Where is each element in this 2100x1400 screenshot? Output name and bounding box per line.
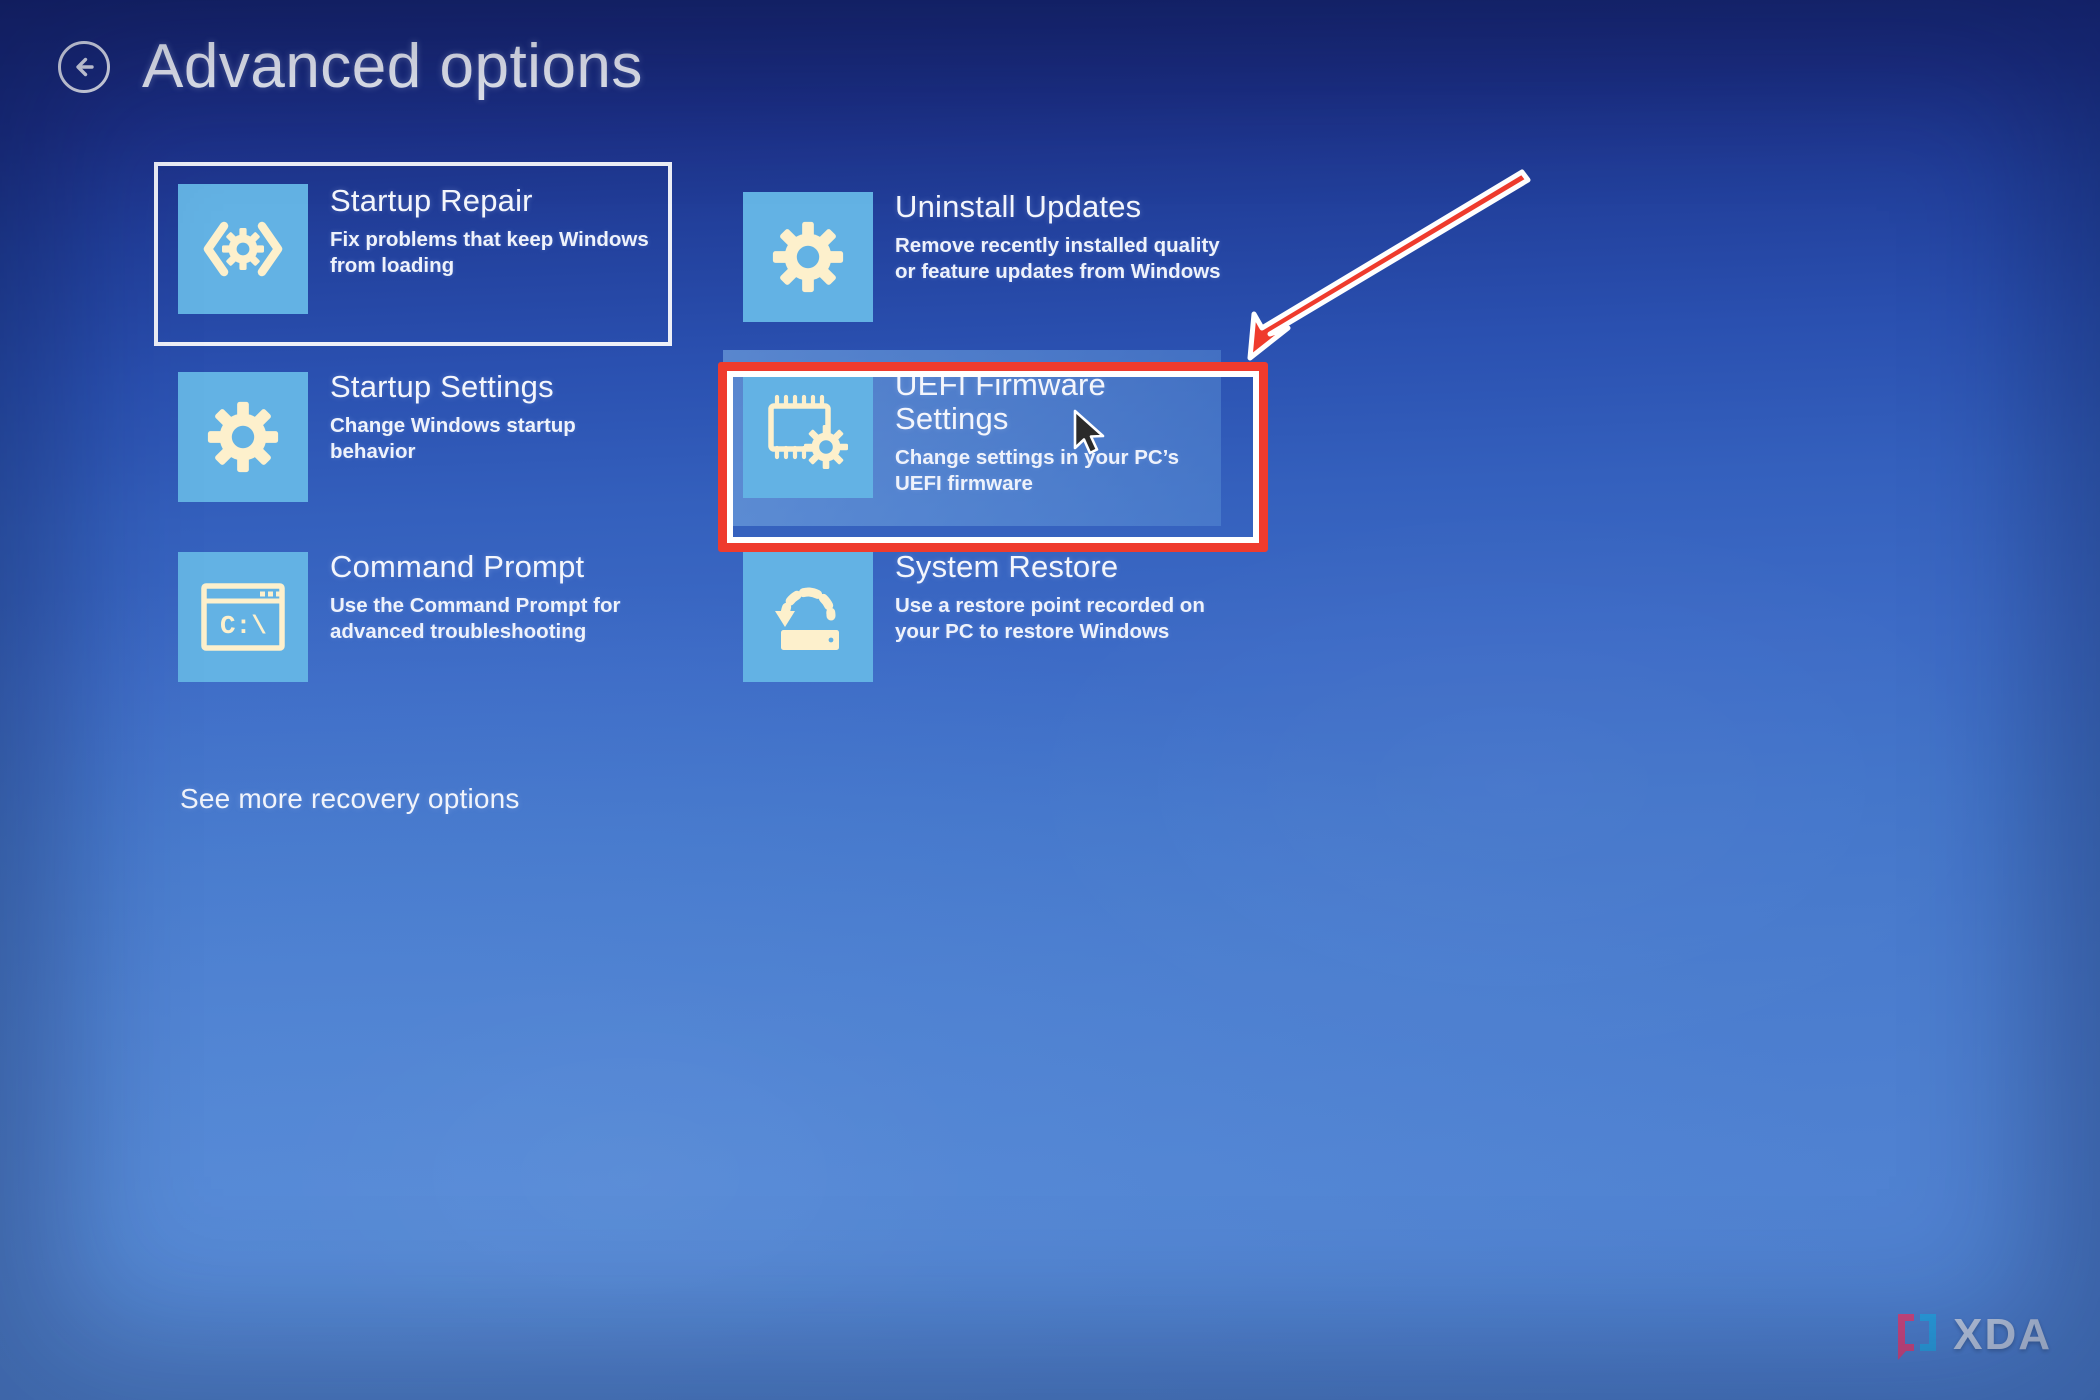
tile-title: UEFI Firmware Settings <box>895 367 1106 437</box>
disk-restore-arrow-icon <box>743 552 873 682</box>
tile-text: Command Prompt Use the Command Prompt fo… <box>330 544 660 646</box>
tile-system-restore[interactable]: System Restore Use a restore point recor… <box>743 544 1248 716</box>
tile-startup-settings[interactable]: Startup Settings Change Windows startup … <box>178 364 683 536</box>
tile-title: Startup Repair <box>330 183 533 218</box>
tile-title: Uninstall Updates <box>895 189 1142 224</box>
grid-cell: Startup Repair Fix problems that keep Wi… <box>154 162 703 356</box>
back-arrow-circle-icon[interactable] <box>58 41 110 93</box>
tile-title: Startup Settings <box>330 369 554 404</box>
tile-text: System Restore Use a restore point recor… <box>895 544 1225 646</box>
tile-uefi-firmware-settings[interactable]: UEFI Firmware Settings Change settings i… <box>723 350 1221 526</box>
grid-cell: Startup Settings Change Windows startup … <box>158 356 703 536</box>
tile-startup-repair[interactable]: Startup Repair Fix problems that keep Wi… <box>154 162 672 346</box>
gear-icon <box>178 372 308 502</box>
code-brackets-gear-icon <box>178 184 308 314</box>
xda-watermark: XDA <box>1894 1310 2052 1360</box>
tile-uninstall-updates[interactable]: Uninstall Updates Remove recently instal… <box>743 184 1248 356</box>
tile-text: UEFI Firmware Settings Change settings i… <box>895 367 1221 498</box>
options-grid: Startup Repair Fix problems that keep Wi… <box>154 162 1268 716</box>
tile-title: Command Prompt <box>330 549 585 584</box>
tile-command-prompt[interactable]: C:\ Command Prompt Use the Command Promp… <box>178 544 683 716</box>
grid-cell: Uninstall Updates Remove recently instal… <box>723 176 1268 356</box>
tile-text: Startup Settings Change Windows startup … <box>330 364 660 466</box>
tile-description: Fix problems that keep Windows from load… <box>330 228 649 278</box>
tile-text: Startup Repair Fix problems that keep Wi… <box>330 183 660 280</box>
console-window-icon: C:\ <box>178 552 308 682</box>
tile-title: System Restore <box>895 549 1119 584</box>
tile-text: Uninstall Updates Remove recently instal… <box>895 184 1225 286</box>
tile-description: Use the Command Prompt for advanced trou… <box>330 594 621 644</box>
tile-description: Change settings in your PC’s UEFI firmwa… <box>895 446 1180 496</box>
xda-logo-mark-icon <box>1898 1314 1937 1360</box>
see-more-recovery-options-link[interactable]: See more recovery options <box>180 783 520 815</box>
xda-watermark-text: XDA <box>1953 1310 2052 1359</box>
grid-cell: System Restore Use a restore point recor… <box>723 536 1268 716</box>
tile-description: Remove recently installed quality or fea… <box>895 234 1221 284</box>
page-header: Advanced options <box>58 36 643 98</box>
grid-cell: C:\ Command Prompt Use the Command Promp… <box>158 536 703 716</box>
page-title: Advanced options <box>142 32 643 101</box>
grid-cell: UEFI Firmware Settings Change settings i… <box>723 350 1268 536</box>
tile-description: Use a restore point recorded on your PC … <box>895 594 1205 644</box>
svg-text:C:\: C:\ <box>220 611 267 641</box>
gear-icon <box>743 192 873 322</box>
tile-description: Change Windows startup behavior <box>330 414 576 464</box>
chip-gear-icon <box>743 368 873 498</box>
